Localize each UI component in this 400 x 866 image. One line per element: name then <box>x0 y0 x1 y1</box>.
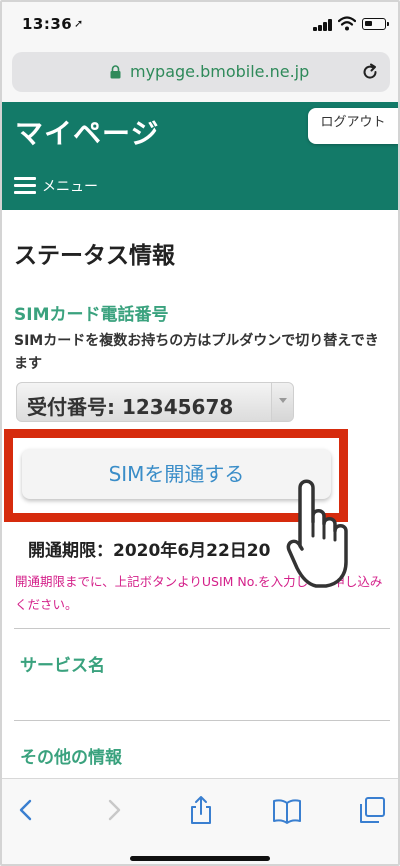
chevron-right-icon[interactable] <box>98 795 128 825</box>
home-indicator[interactable] <box>130 856 270 861</box>
activation-deadline: 開通期限：2020年6月22日20 <box>28 541 271 561</box>
sim-switch-note: SIMカードを複数お持ちの方はプルダウンで切り替えできます <box>14 333 379 372</box>
url-text: mypage.bmobile.ne.jp <box>130 62 310 81</box>
browser-toolbar <box>2 778 398 864</box>
service-name-heading: サービス名 <box>20 656 105 676</box>
book-icon[interactable] <box>272 795 302 825</box>
section-title: ステータス情報 <box>14 243 175 269</box>
sim-number-heading: SIMカード電話番号 <box>14 305 169 325</box>
activate-sim-button[interactable]: SIMを開通する <box>22 449 331 499</box>
selected-number: 受付番号: 12345678 <box>27 395 234 419</box>
pointing-hand-icon <box>286 479 348 588</box>
status-time: 13:36 <box>22 15 73 33</box>
select-arrow-zone <box>271 383 293 421</box>
divider <box>14 720 390 721</box>
divider <box>14 628 390 629</box>
wifi-icon <box>338 16 356 31</box>
phone-screen: 13:36 ➚ mypage.bmobile.ne.jp マイページ ログアウト… <box>0 0 400 866</box>
lock-icon <box>110 65 121 79</box>
page-title: マイページ <box>15 117 160 150</box>
address-bar[interactable]: mypage.bmobile.ne.jp <box>12 52 390 92</box>
chevron-down-icon <box>279 398 287 403</box>
share-icon[interactable] <box>186 795 216 825</box>
status-bar: 13:36 ➚ <box>2 2 398 46</box>
site-header: マイページ ログアウト メニュー <box>2 102 398 210</box>
location-icon: ➚ <box>74 17 84 30</box>
tabs-icon[interactable] <box>357 795 387 825</box>
menu-button[interactable]: メニュー <box>14 176 98 196</box>
reload-icon[interactable] <box>360 62 380 82</box>
battery-icon <box>362 18 389 30</box>
signal-icon <box>313 19 333 31</box>
chevron-left-icon[interactable] <box>12 795 42 825</box>
sim-number-select[interactable]: 受付番号: 12345678 <box>16 382 294 422</box>
hamburger-icon <box>14 177 36 195</box>
browser-bar: mypage.bmobile.ne.jp <box>2 46 398 102</box>
menu-label: メニュー <box>42 179 98 195</box>
other-info-heading: その他の情報 <box>20 748 122 768</box>
logout-button[interactable]: ログアウト <box>308 108 398 144</box>
